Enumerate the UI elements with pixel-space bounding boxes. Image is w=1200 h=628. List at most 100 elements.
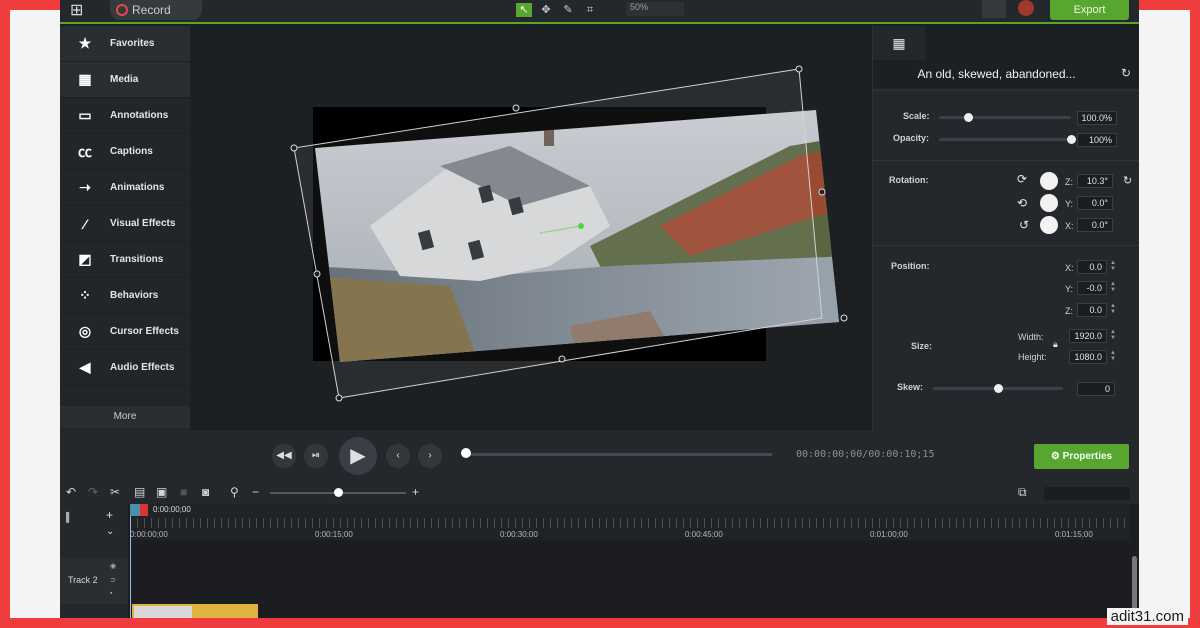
previous-marker-icon[interactable]: ‹ [386,444,410,468]
lock-icon[interactable]: 🔒︎ [1053,339,1058,350]
playhead-out-marker[interactable] [140,504,148,516]
pointer-icon[interactable]: ↖ [516,3,532,17]
preview-canvas[interactable] [190,26,870,430]
redo-icon[interactable]: ↷ [88,485,98,499]
scale-label: Scale: [903,111,930,121]
snapshot-icon[interactable]: ◙ [202,485,209,499]
avatar[interactable] [1018,0,1034,16]
divider [873,90,1139,91]
more-button[interactable]: More [60,406,190,428]
sidebar-item-cursor-effects[interactable]: ◎ Cursor Effects [60,314,190,350]
detach-icon[interactable]: ⧉ [1018,485,1027,500]
sidebar-item-label: Transitions [110,254,164,265]
crop-icon[interactable]: ⌗ [582,3,598,17]
lock-icon[interactable]: ▪ [110,590,112,597]
paste-icon[interactable]: ▣ [156,485,167,499]
ruler-label: 0:00:45;00 [685,530,723,539]
export-button[interactable]: Export [1050,0,1129,20]
magnet-icon[interactable]: ▌ [66,512,72,522]
track-name: Track 2 [68,575,98,585]
split-icon[interactable]: ■ [180,485,187,499]
timeline-zoom-knob[interactable] [334,488,343,497]
position-z-field[interactable]: 0.0 [1077,303,1107,317]
reset-icon[interactable]: ↻ [1121,66,1131,80]
stepper-icon[interactable]: ▲ ▼ [1110,281,1116,293]
next-marker-icon[interactable]: › [418,444,442,468]
sidebar-item-media[interactable]: ▦ Media [60,62,190,98]
ruler-label: 0:01:00;00 [870,530,908,539]
track-row[interactable]: Track 2 ◉ ⊃ ▪ [60,558,128,604]
add-track-icon[interactable]: + [106,508,113,522]
sidebar-item-label: Annotations [110,110,169,121]
sidebar-item-transitions[interactable]: ◩ Transitions [60,242,190,278]
rotation-z-field[interactable]: 10.3° [1077,174,1113,188]
sidebar-item-annotations[interactable]: ▭ Annotations [60,98,190,134]
captions-icon: ㏄ [78,143,92,160]
skew-field[interactable]: 0 [1077,382,1115,396]
rotation-z-dial[interactable] [1040,172,1058,190]
height-field[interactable]: 1080.0 [1069,350,1107,364]
zoom-in-icon[interactable]: + [412,485,419,499]
skew-slider-knob[interactable] [993,384,1003,393]
scale-slider[interactable] [939,116,1071,119]
rotation-x-field[interactable]: 0.0° [1077,218,1113,232]
menu-icon[interactable]: ⊞ [70,0,83,20]
sidebar-item-behaviors[interactable]: ⁘ Behaviors [60,278,190,314]
stepper-icon[interactable]: ▲ ▼ [1110,329,1116,341]
zoom-out-icon[interactable]: − [252,485,259,499]
stepper-icon[interactable]: ▲ ▼ [1110,260,1116,272]
sidebar-item-favorites[interactable]: ★ Favorites [60,26,190,62]
width-field[interactable]: 1920.0 [1069,329,1107,343]
undo-icon[interactable]: ↶ [66,485,76,499]
zoom-dropdown[interactable]: 50% [626,2,684,16]
opacity-slider-knob[interactable] [1066,135,1076,144]
ruler-ticks [130,518,1130,528]
rotation-x-dial[interactable] [1040,216,1058,234]
cut-icon[interactable]: ✂ [110,485,120,499]
reset-rotation-icon[interactable]: ↻ [1123,174,1132,187]
link-icon[interactable]: ⊃ [110,576,116,584]
properties-button[interactable]: ⚙ Properties [1034,444,1129,469]
collapse-icon[interactable]: ⌄ [106,526,114,537]
transitions-icon: ◩ [78,251,92,267]
left-margin [10,10,60,618]
zoom-search-icon[interactable]: ⚲ [230,485,239,499]
position-x-field[interactable]: 0.0 [1077,260,1107,274]
position-y-field[interactable]: -0.0 [1077,281,1107,295]
opacity-slider[interactable] [939,138,1071,141]
resize-handle [313,270,321,278]
watermark: adit31.com [1106,608,1188,625]
scale-field[interactable]: 100.0% [1077,111,1117,125]
media-clip[interactable] [132,604,258,618]
pen-icon[interactable]: ✎ [560,3,576,17]
record-button[interactable]: Record [110,0,202,20]
top-toolbar: ⊞ Record ↖ ✥ ✎ ⌗ 50% Export [60,0,1139,24]
animations-icon: ➝ [79,179,91,195]
rotation-y-field[interactable]: 0.0° [1077,196,1113,210]
visual-properties-tab-icon[interactable]: ▦ [873,26,925,60]
sidebar-item-animations[interactable]: ➝ Animations [60,170,190,206]
timeline-search[interactable] [1044,487,1130,500]
step-back-icon[interactable]: ⏯ [304,444,328,468]
time-ruler[interactable]: 0:00:00;00 0:00:15;00 0:00:30;00 0:00:45… [130,504,1130,540]
timeline-scrollbar[interactable] [1132,556,1137,616]
rotation-y-dial[interactable] [1040,194,1058,212]
stepper-icon[interactable]: ▲ ▼ [1110,350,1116,362]
record-label: Record [132,3,171,17]
eye-icon[interactable]: ◉ [110,562,116,570]
scale-slider-knob[interactable] [963,113,973,122]
opacity-field[interactable]: 100% [1077,133,1117,147]
sidebar-item-captions[interactable]: ㏄ Captions [60,134,190,170]
sidebar-item-visual-effects[interactable]: ⁄ Visual Effects [60,206,190,242]
rotated-media[interactable] [190,26,870,430]
pan-icon[interactable]: ✥ [538,3,554,17]
copy-icon[interactable]: ▤ [134,485,145,499]
scrubber-knob[interactable] [461,448,471,458]
play-button[interactable]: ▶ [339,437,377,475]
sidebar-item-audio-effects[interactable]: ◀ Audio Effects [60,350,190,386]
options-dropdown[interactable] [982,0,1006,18]
previous-frame-icon[interactable]: ◀◀ [272,444,296,468]
playback-scrubber[interactable] [466,453,772,456]
playhead-handle[interactable] [130,504,140,516]
stepper-icon[interactable]: ▲ ▼ [1110,303,1116,315]
